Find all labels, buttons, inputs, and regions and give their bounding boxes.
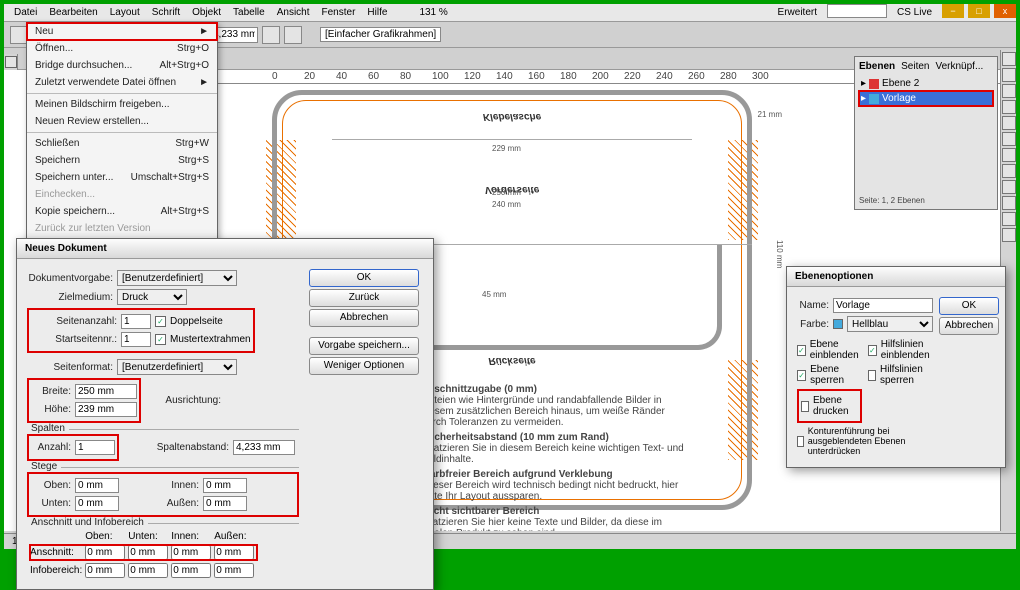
menu-datei[interactable]: Datei	[8, 4, 43, 21]
layer-name-input[interactable]	[833, 298, 933, 313]
pages-input[interactable]	[121, 314, 151, 329]
slug-inside-input[interactable]	[171, 563, 211, 578]
dim-label: 229 mm	[492, 144, 521, 153]
margin-top-input[interactable]	[75, 478, 119, 493]
menu-item[interactable]: SchließenStrg+W	[27, 135, 217, 152]
show-guides-check[interactable]: ✓	[868, 345, 877, 356]
menu-schrift[interactable]: Schrift	[146, 4, 186, 21]
color-swatch-icon	[833, 319, 843, 329]
show-layer-check[interactable]: ✓	[797, 345, 806, 356]
menu-item[interactable]: Speichern unter...Umschalt+Strg+S	[27, 169, 217, 186]
panel-icon[interactable]	[1002, 228, 1016, 242]
menu-item[interactable]: Öffnen...Strg+O	[27, 40, 217, 57]
panel-icon[interactable]	[1002, 52, 1016, 66]
ok-button[interactable]: OK	[939, 297, 999, 315]
layer-row[interactable]: ▸Ebene 2	[859, 76, 993, 91]
menu-item: Einchecken...	[27, 186, 217, 203]
cancel-button[interactable]: Abbrechen	[939, 317, 999, 335]
menu-tabelle[interactable]: Tabelle	[227, 4, 271, 21]
print-layer-check[interactable]	[801, 401, 809, 412]
tab-pages[interactable]: Seiten	[901, 61, 929, 72]
dialog-title: Neues Dokument	[17, 239, 433, 259]
object-style-select[interactable]: [Einfacher Grafikrahmen]	[320, 27, 441, 42]
slug-top-input[interactable]	[85, 563, 125, 578]
ok-button[interactable]: OK	[309, 269, 419, 287]
tab-links[interactable]: Verknüpf...	[935, 61, 983, 72]
dim-label: 21 mm	[758, 110, 782, 119]
menu-item[interactable]: Bridge durchsuchen...Alt+Strg+O	[27, 57, 217, 74]
panel-icon[interactable]	[1002, 164, 1016, 178]
lock-layer-check[interactable]: ✓	[797, 370, 806, 381]
dim-label: 250 mm	[492, 188, 521, 197]
reset-button[interactable]: Zurück	[309, 289, 419, 307]
menu-item[interactable]: Neu►	[27, 23, 217, 40]
menu-ansicht[interactable]: Ansicht	[271, 4, 316, 21]
workspace-label[interactable]: Erweitert	[772, 4, 823, 21]
flap-label: Klebelasche	[332, 90, 692, 140]
save-preset-button[interactable]: Vorgabe speichern...	[309, 337, 419, 355]
layers-footer: Seite: 1, 2 Ebenen	[859, 196, 993, 205]
lock-guides-check[interactable]	[868, 370, 876, 381]
panel-icon[interactable]	[1002, 132, 1016, 146]
layers-panel[interactable]: Ebenen Seiten Verknüpf... ▸Ebene 2 ▸Vorl…	[854, 56, 998, 210]
panel-icon[interactable]	[1002, 100, 1016, 114]
panel-icon[interactable]	[1002, 212, 1016, 226]
tool-icon[interactable]	[284, 26, 302, 44]
menu-hilfe[interactable]: Hilfe	[361, 4, 393, 21]
dim-label: 110 mm	[775, 240, 784, 268]
legend: Beschnittzugabe (0 mm)Dateien wie Hinter…	[412, 380, 692, 531]
selection-tool-icon[interactable]	[5, 56, 17, 68]
master-text-check[interactable]: ✓	[155, 334, 166, 345]
panel-icon[interactable]	[1002, 84, 1016, 98]
search-input[interactable]	[827, 4, 887, 18]
layer-color-select[interactable]: Hellblau	[847, 316, 933, 332]
width-input[interactable]	[75, 384, 137, 399]
margin-inside-input[interactable]	[203, 478, 247, 493]
menu-item[interactable]: Zuletzt verwendete Datei öffnen►	[27, 74, 217, 91]
tab-layers[interactable]: Ebenen	[859, 61, 895, 72]
margin-bottom-input[interactable]	[75, 496, 119, 511]
intent-select[interactable]: Druck	[117, 289, 187, 305]
menu-item: Zurück zur letzten Version	[27, 220, 217, 237]
cslive-button[interactable]: CS Live	[891, 4, 938, 21]
menu-item[interactable]: Meinen Bildschirm freigeben...	[27, 96, 217, 113]
menubar[interactable]: Datei Bearbeiten Layout Schrift Objekt T…	[4, 4, 1016, 22]
slug-bottom-input[interactable]	[128, 563, 168, 578]
menu-fenster[interactable]: Fenster	[316, 4, 362, 21]
slug-outside-input[interactable]	[214, 563, 254, 578]
menu-objekt[interactable]: Objekt	[186, 4, 227, 21]
zoom-field[interactable]: 131 %	[413, 4, 453, 21]
minimize-button[interactable]: −	[942, 4, 964, 18]
facing-pages-check[interactable]: ✓	[155, 316, 166, 327]
new-document-dialog[interactable]: Neues Dokument Dokumentvorgabe:[Benutzer…	[16, 238, 434, 590]
height-input[interactable]	[75, 402, 137, 417]
page-size-select[interactable]: [Benutzerdefiniert]	[117, 359, 237, 375]
preset-select[interactable]: [Benutzerdefiniert]	[117, 270, 237, 286]
dim-label: 240 mm	[492, 200, 521, 209]
cancel-button[interactable]: Abbrechen	[309, 309, 419, 327]
menu-item[interactable]: SpeichernStrg+S	[27, 152, 217, 169]
maximize-button[interactable]: □	[968, 4, 990, 18]
layer-row-selected[interactable]: ▸Vorlage	[859, 91, 993, 106]
panel-icon[interactable]	[1002, 148, 1016, 162]
dialog-title: Ebenenoptionen	[787, 267, 1005, 287]
panel-icon[interactable]	[1002, 180, 1016, 194]
columns-input[interactable]	[75, 440, 115, 455]
close-button[interactable]: x	[994, 4, 1016, 18]
fewer-options-button[interactable]: Weniger Optionen	[309, 357, 419, 375]
tool-icon[interactable]	[262, 26, 280, 44]
margin-outside-input[interactable]	[203, 496, 247, 511]
dim-label: 45 mm	[482, 290, 506, 299]
menu-item[interactable]: Neuen Review erstellen...	[27, 113, 217, 130]
layer-options-dialog[interactable]: Ebenenoptionen Name: Farbe:Hellblau ✓Ebe…	[786, 266, 1006, 468]
panel-icon[interactable]	[1002, 196, 1016, 210]
panel-icon[interactable]	[1002, 116, 1016, 130]
gutter-input[interactable]	[233, 440, 295, 455]
menu-item[interactable]: Kopie speichern...Alt+Strg+S	[27, 203, 217, 220]
menu-bearbeiten[interactable]: Bearbeiten	[43, 4, 103, 21]
panel-icon[interactable]	[1002, 68, 1016, 82]
menu-layout[interactable]: Layout	[104, 4, 146, 21]
startpage-input[interactable]	[121, 332, 151, 347]
suppress-wrap-check[interactable]	[797, 436, 804, 447]
